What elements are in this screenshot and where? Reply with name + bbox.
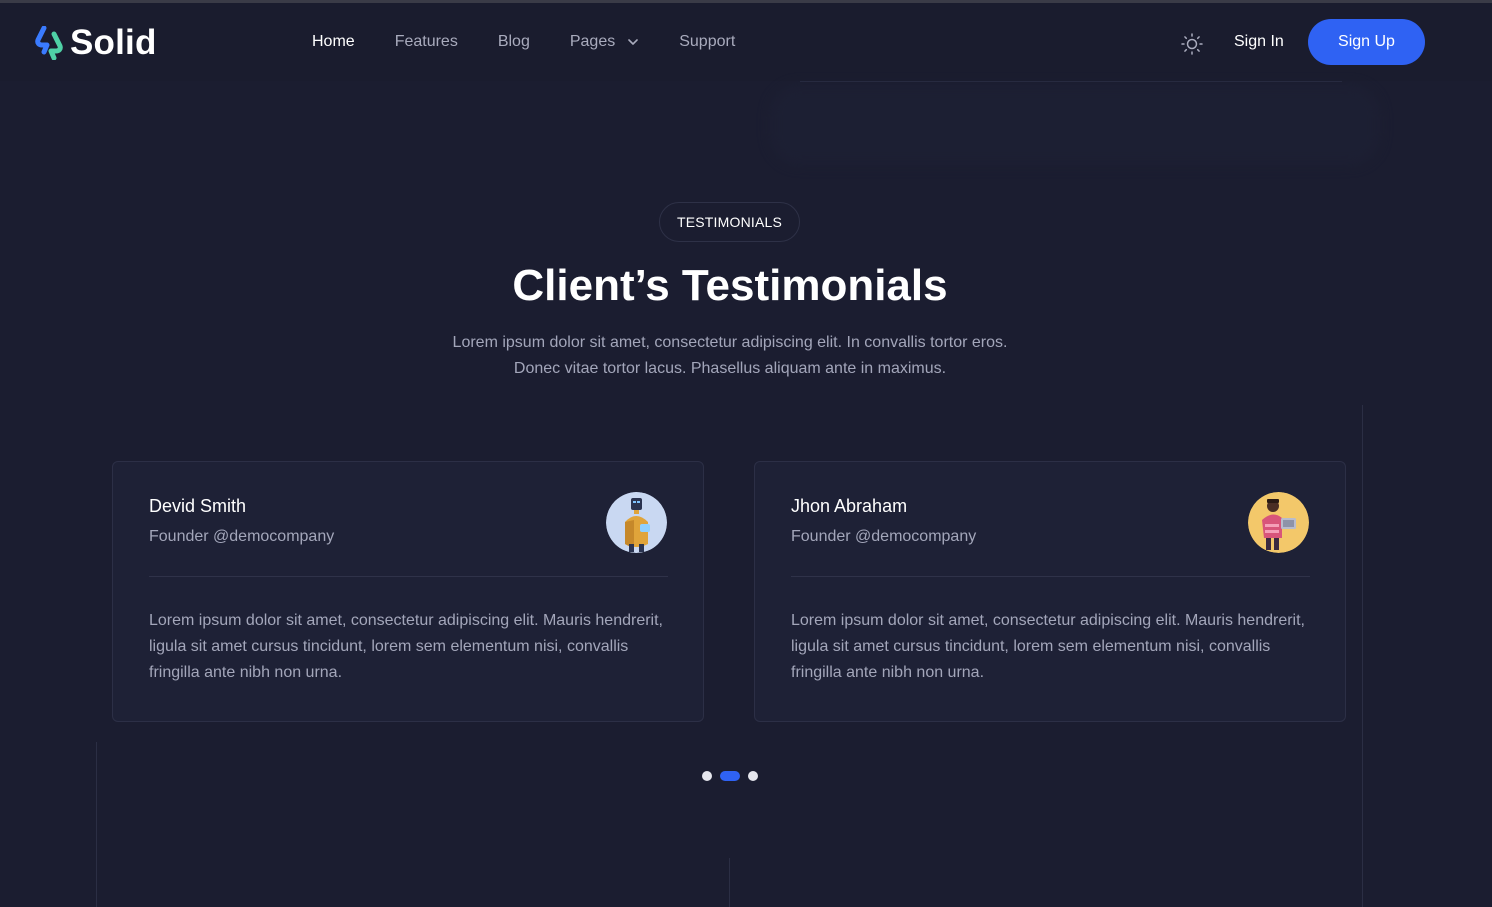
sign-in-link[interactable]: Sign In: [1234, 32, 1284, 52]
carousel-pagination: [702, 771, 758, 781]
decor-line-center: [729, 858, 730, 907]
section-subtitle: Lorem ipsum dolor sit amet, consectetur …: [430, 330, 1030, 382]
header-shadow: [770, 85, 1380, 165]
main-nav: Home Features Blog Pages Support: [312, 32, 775, 52]
nav-home[interactable]: Home: [312, 32, 355, 52]
nav-pages-label: Pages: [569, 33, 616, 50]
client-role: Founder @democompany: [791, 528, 977, 545]
avatar: [606, 492, 667, 553]
sign-up-button[interactable]: Sign Up: [1308, 19, 1425, 65]
decor-line-left: [96, 742, 97, 907]
testimonial-card: Jhon Abraham Founder @democompany Lorem …: [754, 461, 1346, 722]
section-badge: TESTIMONIALS: [659, 202, 800, 242]
logo-icon: [35, 26, 63, 60]
brand-logo[interactable]: Solid: [34, 23, 157, 63]
subtitle-line-1: Lorem ipsum dolor sit amet, consectetur …: [452, 334, 1008, 351]
card-divider: [791, 576, 1310, 577]
section-title: Client’s Testimonials: [512, 261, 948, 310]
avatar: [1248, 492, 1309, 553]
client-role: Founder @democompany: [149, 528, 335, 545]
pagination-dot-2[interactable]: [720, 771, 740, 781]
chevron-down-icon: [628, 39, 639, 45]
pagination-dot-3[interactable]: [748, 771, 758, 781]
decor-line-right: [1362, 405, 1363, 907]
nav-features[interactable]: Features: [395, 32, 458, 52]
testimonial-text: Lorem ipsum dolor sit amet, consectetur …: [791, 612, 1305, 681]
client-name: Jhon Abraham: [791, 496, 908, 516]
nav-support[interactable]: Support: [679, 32, 735, 52]
testimonial-text: Lorem ipsum dolor sit amet, consectetur …: [149, 612, 663, 681]
pagination-dot-1[interactable]: [702, 771, 712, 781]
sun-icon[interactable]: [1181, 33, 1203, 55]
robot-avatar-icon: [606, 492, 667, 553]
client-name: Devid Smith: [149, 496, 247, 516]
person-avatar-icon: [1248, 492, 1309, 553]
brand-name: Solid: [70, 23, 157, 62]
nav-pages[interactable]: Pages: [570, 32, 639, 52]
header-divider: [800, 81, 1342, 82]
nav-blog[interactable]: Blog: [498, 32, 530, 52]
site-header: Solid Home Features Blog Pages Support S…: [0, 3, 1492, 81]
card-divider: [149, 576, 668, 577]
subtitle-line-2: Donec vitae tortor lacus. Phasellus aliq…: [513, 360, 947, 377]
testimonial-card: Devid Smith Founder @democompany Lorem i…: [112, 461, 704, 722]
